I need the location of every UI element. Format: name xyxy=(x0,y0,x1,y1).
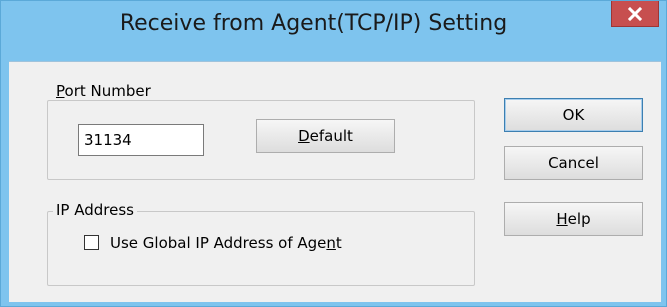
dialog-body: Port Number 31134 Default IP Address Use… xyxy=(9,61,661,302)
close-icon xyxy=(628,6,642,21)
use-global-ip-label[interactable]: Use Global IP Address of Agent xyxy=(110,234,342,252)
title-bar[interactable]: Receive from Agent(TCP/IP) Setting xyxy=(1,1,666,41)
help-button[interactable]: Help xyxy=(504,202,643,236)
ok-button[interactable]: OK xyxy=(504,98,643,132)
close-button[interactable] xyxy=(611,1,659,27)
dialog-window: Receive from Agent(TCP/IP) Setting Port … xyxy=(0,0,667,307)
default-button[interactable]: Default xyxy=(256,119,395,153)
window-title: Receive from Agent(TCP/IP) Setting xyxy=(119,11,508,36)
use-global-ip-checkbox[interactable] xyxy=(84,235,99,250)
cancel-button[interactable]: Cancel xyxy=(504,146,643,180)
port-number-input[interactable]: 31134 xyxy=(78,124,204,156)
ip-address-group-label: IP Address xyxy=(53,202,137,219)
port-number-group-label: Port Number xyxy=(53,83,154,100)
